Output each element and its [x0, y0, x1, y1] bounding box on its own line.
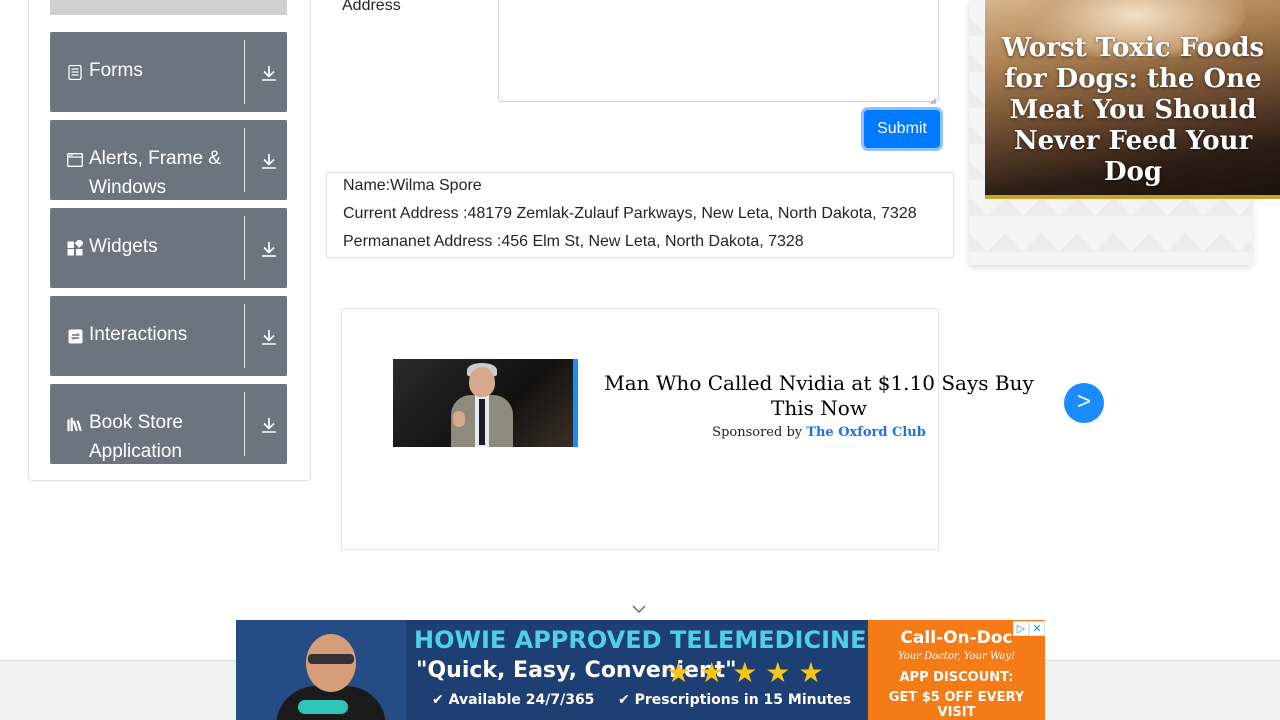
divider: [244, 216, 245, 280]
books-icon: [67, 416, 83, 432]
address-label: Address: [342, 0, 401, 14]
star-rating-icon: ★★★★★: [666, 657, 832, 688]
resize-grip-icon[interactable]: [929, 92, 937, 105]
group-title: Alerts, Frame & Windows: [89, 148, 221, 198]
sidebar-group-widgets[interactable]: Widgets: [50, 208, 287, 288]
output-permanent-address: Permananet Address :456 Elm St, New Leta…: [343, 233, 804, 250]
ad-headline[interactable]: Man Who Called Nvidia at $1.10 Says Buy …: [600, 371, 1038, 421]
download-arrow-icon[interactable]: [260, 152, 278, 170]
right-ad-title[interactable]: Worst Toxic Foods for Dogs: the One Meat…: [995, 33, 1271, 188]
form-document-icon: [67, 64, 83, 80]
group-title: Book Store Application: [89, 412, 183, 462]
divider: [244, 40, 245, 104]
group-title: Interactions: [89, 324, 188, 345]
group-header[interactable]: Book Store Application: [50, 384, 245, 464]
ad-sponsor-prefix: Sponsored by: [712, 425, 803, 440]
sidebar-group-book-store[interactable]: Book Store Application: [50, 384, 287, 464]
bottom-banner-ad[interactable]: HOWIE APPROVED TELEMEDICINE "Quick, Easy…: [236, 620, 1045, 720]
banner-headline: HOWIE APPROVED TELEMEDICINE: [414, 626, 867, 654]
sidebar-group-forms[interactable]: Forms: [50, 32, 287, 112]
divider: [244, 392, 245, 456]
banner-feature-1: ✔ Available 24/7/365: [432, 692, 595, 708]
cta-line-2: GET $5 OFF EVERY VISIT: [888, 690, 1025, 720]
output-panel: Name:Wilma Spore Current Address :48179 …: [326, 172, 954, 258]
address-textarea[interactable]: [498, 0, 939, 105]
ad-image[interactable]: [393, 359, 573, 447]
divider: [244, 128, 245, 192]
banner-person-image: [236, 620, 406, 720]
ad-next-button[interactable]: >: [1064, 383, 1104, 423]
download-arrow-icon[interactable]: [260, 64, 278, 82]
cta-line-1: APP DISCOUNT:: [899, 670, 1014, 685]
group-title: Forms: [89, 60, 143, 81]
ad-close-icon[interactable]: ✕: [1029, 621, 1045, 636]
interactions-icon: [67, 328, 83, 344]
group-title: Widgets: [89, 236, 158, 257]
output-current-address: Current Address :48179 Zemlak-Zulauf Par…: [343, 205, 917, 222]
cta-tagline: Your Doctor, Your Way!: [897, 651, 1016, 662]
ad-accent-bar: [573, 359, 578, 447]
ad-sponsor-link[interactable]: The Oxford Club: [806, 425, 926, 440]
divider: [244, 304, 245, 368]
banner-feature-2: ✔ Prescriptions in 15 Minutes: [618, 692, 852, 708]
group-header[interactable]: Forms: [50, 32, 245, 112]
group-header[interactable]: Widgets: [50, 208, 245, 288]
adchoices-controls: ▷ ✕: [1013, 621, 1045, 636]
group-header[interactable]: Alerts, Frame & Windows: [50, 120, 245, 200]
download-arrow-icon[interactable]: [260, 416, 278, 434]
download-arrow-icon[interactable]: [260, 328, 278, 346]
output-name: Name:Wilma Spore: [343, 177, 482, 194]
ad-sponsor-line: Sponsored by The Oxford Club: [600, 425, 1038, 440]
window-icon: [67, 152, 83, 168]
sidebar-group-interactions[interactable]: Interactions: [50, 296, 287, 376]
chevron-down-icon[interactable]: [630, 602, 648, 614]
sidebar-previous-item[interactable]: [50, 0, 287, 15]
group-header[interactable]: Interactions: [50, 296, 245, 376]
adchoices-icon[interactable]: ▷: [1013, 621, 1029, 636]
sidebar-group-alerts[interactable]: Alerts, Frame & Windows: [50, 120, 287, 200]
widgets-icon: [67, 240, 83, 256]
submit-button[interactable]: Submit: [864, 110, 940, 148]
download-arrow-icon[interactable]: [260, 240, 278, 258]
